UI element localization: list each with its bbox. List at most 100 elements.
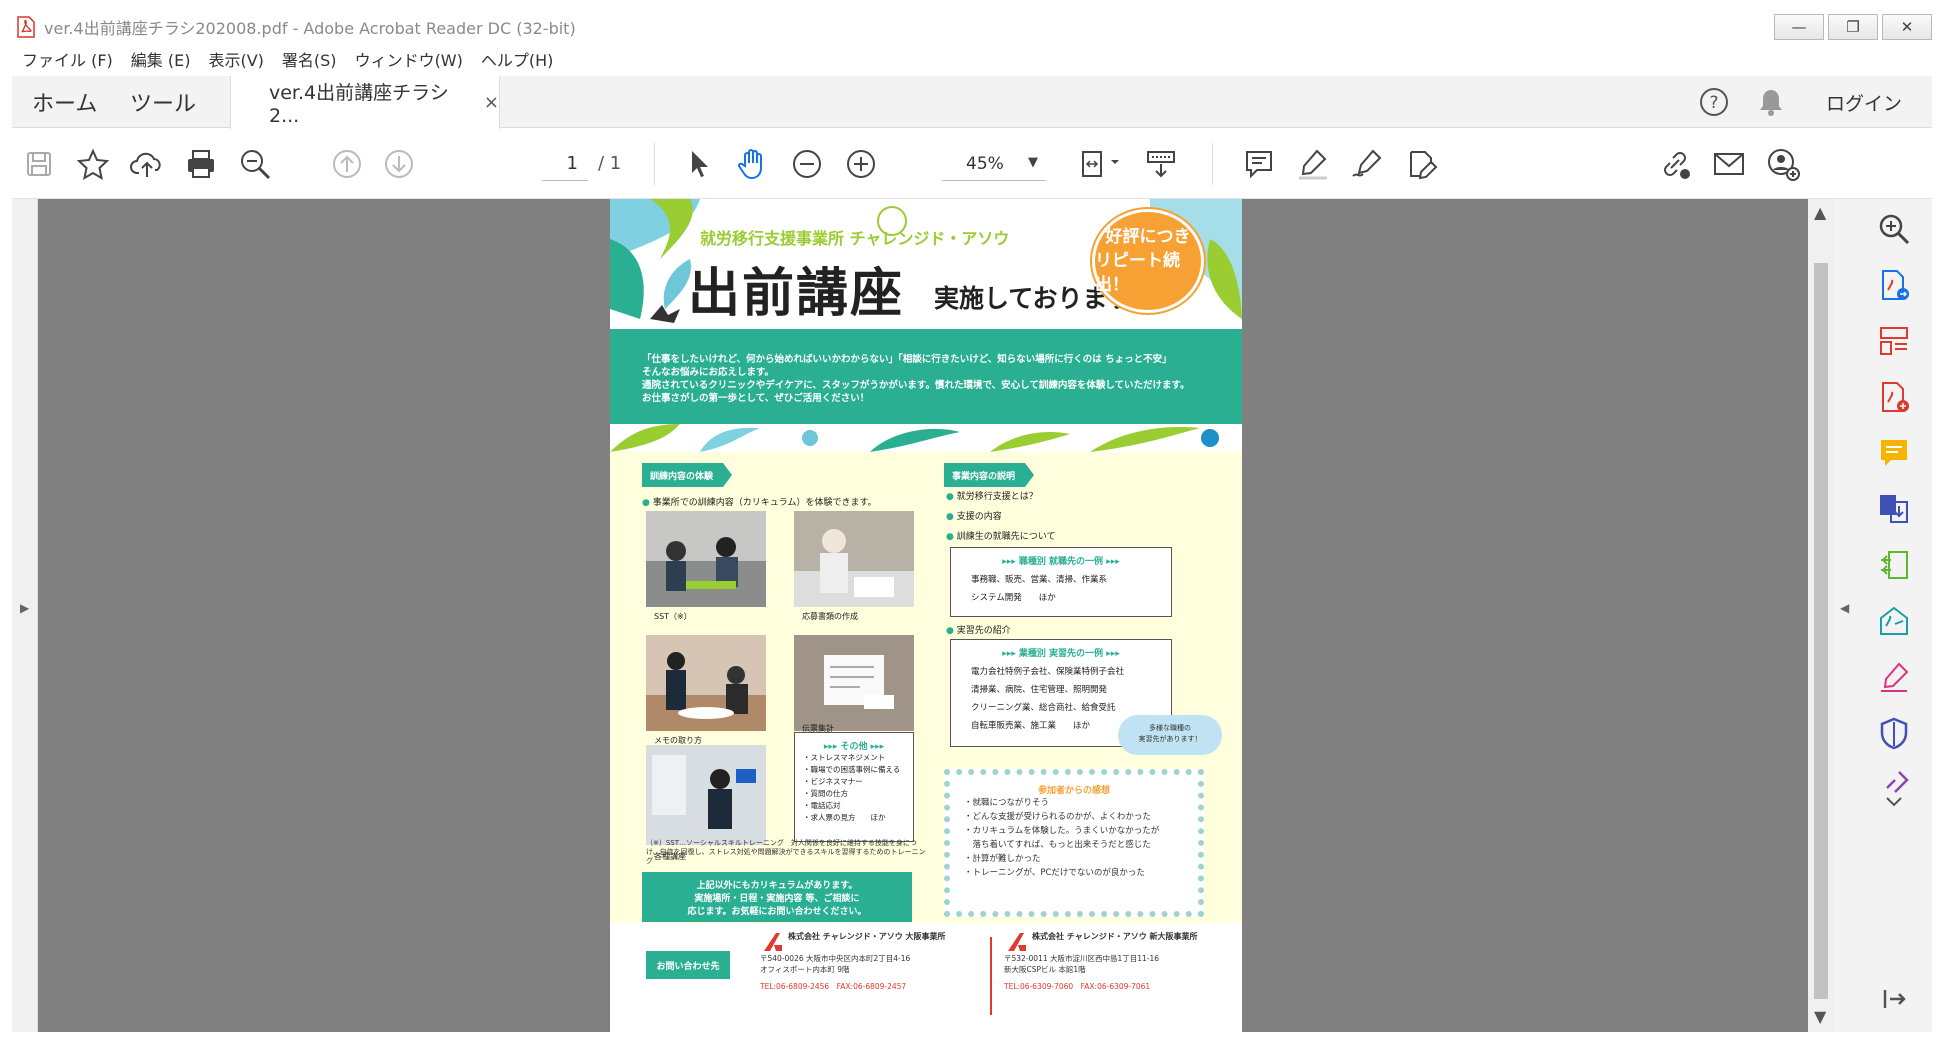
title-bar: ver.4出前講座チラシ202008.pdf - Adobe Acrobat R… bbox=[12, 12, 1932, 42]
left-panel-toggle[interactable]: ▶ bbox=[12, 199, 38, 1032]
previous-page-icon[interactable] bbox=[328, 145, 366, 183]
document-canvas[interactable]: 就労移行支援事業所 チャレンジド・アソウ 出前講座 実施しております。 好評につ… bbox=[38, 199, 1808, 1032]
scroll-thumb[interactable] bbox=[1814, 263, 1828, 999]
minimize-button[interactable]: — bbox=[1774, 14, 1824, 40]
next-page-icon[interactable] bbox=[380, 145, 418, 183]
more-curriculum-line: 上記以外にもカリキュラムがあります。 bbox=[696, 881, 858, 891]
bookmark-star-icon[interactable] bbox=[74, 145, 112, 183]
tab-close-icon[interactable]: × bbox=[484, 92, 499, 113]
help-icon[interactable]: ? bbox=[1698, 86, 1730, 118]
vertical-scrollbar[interactable]: ▲ ▼ bbox=[1808, 199, 1834, 1032]
draw-pen-icon[interactable] bbox=[1348, 145, 1386, 183]
collapse-left-icon[interactable]: ◀ bbox=[1840, 601, 1849, 615]
combine-files-icon[interactable] bbox=[1874, 489, 1914, 529]
page-number-input[interactable]: 1 bbox=[542, 147, 588, 181]
toolbar-divider bbox=[654, 143, 655, 185]
notification-bell-icon[interactable] bbox=[1756, 86, 1786, 118]
login-button[interactable]: ログイン bbox=[1826, 89, 1902, 116]
more-curriculum-box: 上記以外にもカリキュラムがあります。 実施場所・日程・実施内容 等、ご相談に 応… bbox=[642, 872, 912, 922]
fit-page-icon[interactable] bbox=[1074, 145, 1124, 183]
menu-sign[interactable]: 署名(S) bbox=[282, 47, 337, 71]
cloud-line: 実習先があります！ bbox=[1138, 735, 1202, 743]
save-icon[interactable] bbox=[20, 145, 58, 183]
section-right-heading: 事業内容の説明 bbox=[944, 463, 1034, 487]
toolbar-divider bbox=[1212, 143, 1213, 185]
export-pdf-icon[interactable] bbox=[1874, 265, 1914, 305]
add-user-icon[interactable] bbox=[1764, 145, 1802, 183]
impression-item: ・計算が難しかった bbox=[964, 854, 1041, 864]
menu-view[interactable]: 表示(V) bbox=[208, 47, 263, 71]
photo-caption: SST（※） bbox=[654, 612, 692, 621]
sst-note: （※）SST…ソーシャルスキルトレーニング 対人関係を良好に維持する技能を身につ… bbox=[646, 839, 926, 865]
email-icon[interactable] bbox=[1710, 145, 1748, 183]
print-icon[interactable] bbox=[182, 145, 220, 183]
protect-shield-icon[interactable] bbox=[1874, 713, 1914, 753]
office-shin-osaka-tel: TEL:06-6309-7060 FAX:06-6309-7061 bbox=[1004, 982, 1151, 991]
scroll-down-icon[interactable]: ▼ bbox=[1814, 1007, 1826, 1026]
job-example-box: ▸▸▸ 職種別 就職先の一例 ▸▸▸ 事務職、販売、営業、清掃、作業系 システム… bbox=[950, 547, 1172, 617]
highlight-icon[interactable] bbox=[1294, 145, 1332, 183]
search-zoom-icon[interactable] bbox=[1874, 209, 1914, 249]
search-icon[interactable] bbox=[236, 145, 274, 183]
comment-tool-icon[interactable] bbox=[1874, 433, 1914, 473]
close-window-button[interactable]: ✕ bbox=[1882, 14, 1932, 40]
bullet-icon: ● bbox=[946, 532, 954, 542]
window-title: ver.4出前講座チラシ202008.pdf - Adobe Acrobat R… bbox=[44, 19, 576, 38]
office-shin-osaka-addr1: 〒532-0011 大阪市淀川区西中島1丁目11-16 bbox=[1004, 954, 1160, 963]
zoom-in-icon[interactable] bbox=[842, 145, 880, 183]
office-osaka-addr1: 〒540-0026 大阪市中央区内本町2丁目4-16 bbox=[760, 954, 911, 963]
photo-lecture bbox=[646, 745, 766, 845]
intro-line: そんなお悩みにお応えします。 bbox=[642, 367, 775, 378]
bullet-icon: ● bbox=[642, 498, 650, 508]
other-item: ・ストレスマネジメント bbox=[803, 753, 886, 762]
create-pdf-icon[interactable] bbox=[1874, 377, 1914, 417]
intro-line: 通院されているクリニックやデイケアに、スタッフがうかがいます。慣れた環境で、安心… bbox=[642, 380, 1190, 391]
right-item-label: 支援の内容 bbox=[956, 512, 1002, 522]
send-for-signature-icon[interactable] bbox=[1874, 601, 1914, 641]
comment-icon[interactable] bbox=[1240, 145, 1278, 183]
zoom-value: 45% bbox=[966, 154, 1004, 174]
tab-tools[interactable]: ツール bbox=[130, 76, 196, 128]
tab-bar: ホーム ツール ver.4出前講座チラシ2... × ? ログイン bbox=[12, 76, 1932, 129]
menu-file[interactable]: ファイル (F) bbox=[22, 47, 113, 71]
fill-and-sign-icon[interactable] bbox=[1874, 657, 1914, 697]
other-item: ・電話応対 bbox=[803, 801, 841, 810]
right-item-label: 就労移行支援とは？ bbox=[956, 492, 1038, 502]
other-item: ・質問の仕方 bbox=[803, 789, 848, 798]
chevron-down-icon: ▼ bbox=[1028, 155, 1038, 170]
bullet-icon: ● bbox=[946, 492, 954, 502]
badge-line1: 好評につき bbox=[1105, 227, 1191, 247]
flyer-main-title: 出前講座 bbox=[688, 264, 905, 324]
office-osaka-addr2: オフィスポート内本町 9階 bbox=[760, 965, 850, 974]
impressions-title: 参加者からの感想 bbox=[1037, 786, 1110, 796]
collapse-pane-icon[interactable] bbox=[1874, 979, 1914, 1019]
flyer-header: 就労移行支援事業所 チャレンジド・アソウ 出前講座 実施しております。 好評につ… bbox=[610, 199, 1242, 329]
company-logo-icon bbox=[1008, 933, 1026, 951]
zoom-select[interactable]: 45% ▼ bbox=[942, 147, 1046, 181]
cloud-upload-icon[interactable] bbox=[128, 145, 166, 183]
compress-pdf-icon[interactable] bbox=[1874, 545, 1914, 585]
office-shin-osaka-addr2: 新大阪CSPビル 本館1階 bbox=[1004, 965, 1086, 974]
menu-help[interactable]: ヘルプ(H) bbox=[481, 47, 554, 71]
scrolling-mode-icon[interactable] bbox=[1142, 145, 1180, 183]
menu-window[interactable]: ウィンドウ(W) bbox=[355, 47, 463, 71]
hand-tool-icon[interactable] bbox=[734, 145, 772, 183]
impression-item: 落ち着いてすれば、もっと出来そうだと感じた bbox=[964, 840, 1151, 850]
menu-edit[interactable]: 編集 (E) bbox=[131, 47, 191, 71]
fill-sign-icon[interactable] bbox=[1402, 145, 1440, 183]
more-tools-chevron-icon[interactable] bbox=[1874, 789, 1914, 815]
restore-button[interactable]: ❐ bbox=[1828, 14, 1878, 40]
photo-application bbox=[794, 511, 914, 607]
intern-label: 実習先の紹介 bbox=[956, 626, 1011, 636]
select-cursor-icon[interactable] bbox=[680, 145, 718, 183]
tab-document[interactable]: ver.4出前講座チラシ2... × bbox=[230, 76, 500, 129]
expand-right-icon[interactable]: ▶ bbox=[20, 601, 29, 615]
intro-line: 「仕事をしたいけれど、何から始めればいいかわからない」「相談に行きたいけど、知ら… bbox=[642, 354, 1172, 365]
zoom-out-icon[interactable] bbox=[788, 145, 826, 183]
organize-pages-icon[interactable] bbox=[1874, 321, 1914, 361]
tab-home[interactable]: ホーム bbox=[32, 76, 97, 128]
share-link-icon[interactable] bbox=[1656, 145, 1694, 183]
toolbar: 1 / 1 45% ▼ bbox=[12, 129, 1932, 199]
scroll-up-icon[interactable]: ▲ bbox=[1814, 203, 1826, 222]
photo-memo bbox=[646, 635, 766, 731]
